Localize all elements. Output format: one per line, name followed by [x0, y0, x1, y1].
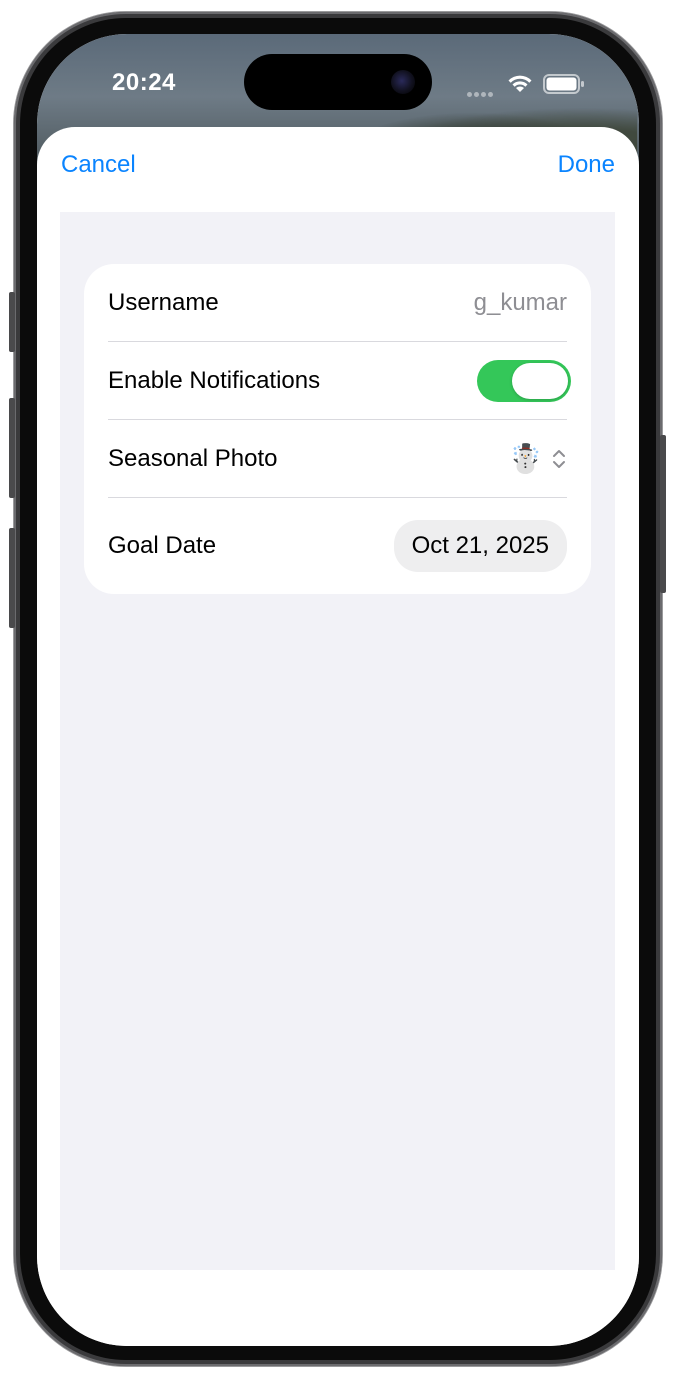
snowman-emoji: ☃️: [508, 443, 543, 474]
modal-sheet: Cancel Done Username g_kumar Enable Noti…: [37, 127, 639, 1346]
form-background: Username g_kumar Enable Notifications Se…: [60, 212, 615, 1270]
goal-date-button[interactable]: Oct 21, 2025: [393, 520, 567, 572]
volume-down-button: [9, 528, 15, 628]
notifications-row: Enable Notifications: [108, 342, 571, 420]
battery-icon: [543, 74, 584, 94]
screen: 20:24 Cancel Done Username g_kumar Enabl…: [37, 34, 639, 1346]
seasonal-photo-label: Seasonal Photo: [108, 445, 278, 472]
status-time: 20:24: [112, 69, 176, 96]
volume-up-button: [9, 398, 15, 498]
power-button: [660, 435, 666, 593]
username-row[interactable]: Username g_kumar: [108, 264, 567, 342]
notifications-label: Enable Notifications: [108, 367, 321, 394]
front-camera-icon: [391, 70, 415, 94]
cancel-button[interactable]: Cancel: [61, 151, 136, 179]
goal-date-label: Goal Date: [108, 532, 217, 559]
chevron-up-down-icon: [553, 450, 565, 468]
seasonal-photo-picker[interactable]: ☃️: [508, 445, 567, 473]
wifi-icon: [508, 75, 532, 92]
seasonal-photo-row: Seasonal Photo ☃️: [108, 420, 567, 498]
status-icons: [467, 72, 597, 97]
done-button[interactable]: Done: [558, 151, 615, 179]
dynamic-island: [244, 54, 432, 110]
username-value[interactable]: g_kumar: [474, 289, 567, 317]
action-button: [9, 292, 15, 352]
username-label: Username: [108, 289, 219, 316]
cellular-icon: [467, 84, 495, 102]
settings-card: Username g_kumar Enable Notifications Se…: [84, 264, 591, 594]
notifications-toggle[interactable]: [477, 360, 571, 402]
goal-date-row: Goal Date Oct 21, 2025: [108, 498, 567, 594]
toggle-knob: [512, 363, 568, 399]
